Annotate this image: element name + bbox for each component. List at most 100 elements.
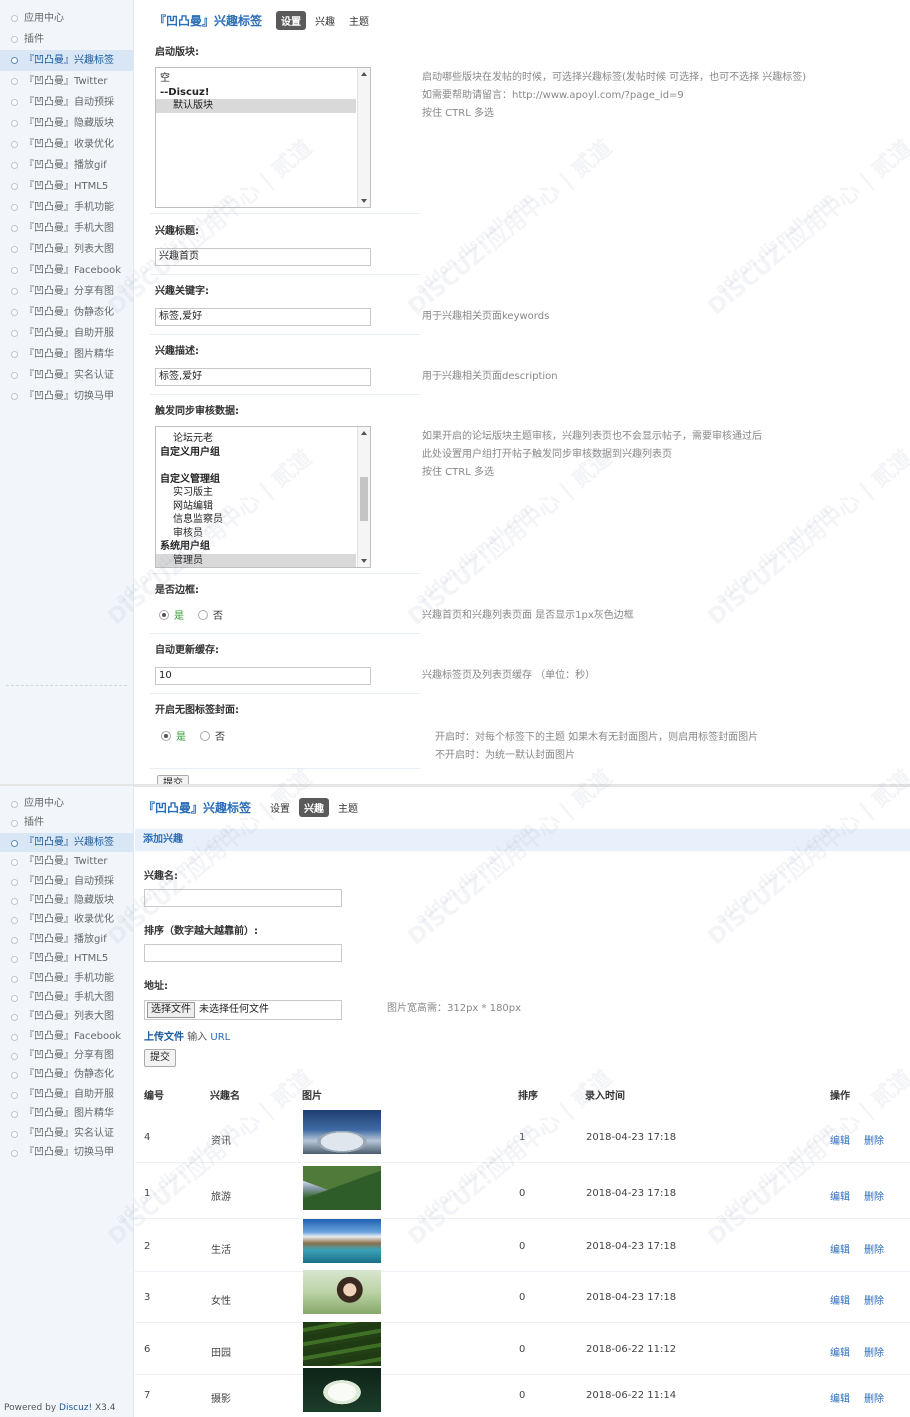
- sidebar-item[interactable]: 『凹凸曼』手机功能: [0, 969, 133, 988]
- delete-link[interactable]: 删除: [864, 1241, 884, 1256]
- cover-no-label[interactable]: 否: [215, 728, 225, 743]
- select-option: [156, 459, 370, 473]
- upload-file-link[interactable]: 上传文件: [144, 1032, 184, 1043]
- sidebar-item[interactable]: 『凹凸曼』Twitter: [0, 852, 133, 871]
- sidebar-item[interactable]: 『凹凸曼』播放gif: [0, 930, 133, 949]
- cover-no-radio[interactable]: [200, 730, 210, 741]
- sidebar-item[interactable]: 『凹凸曼』手机大图: [0, 988, 133, 1007]
- sidebar-item[interactable]: 『凹凸曼』伪静态化: [0, 302, 133, 323]
- input-url-link[interactable]: URL: [210, 1032, 230, 1043]
- sidebar-item[interactable]: 应用中心: [0, 794, 133, 813]
- interest-title-input[interactable]: 兴趣首页: [155, 248, 371, 266]
- select-option[interactable]: 审核员: [156, 527, 370, 541]
- listbox-scrollbar[interactable]: [357, 68, 370, 207]
- sidebar-item[interactable]: 应用中心: [0, 8, 133, 29]
- choose-file-button[interactable]: 选择文件: [147, 1002, 195, 1018]
- scroll-down-arrow-icon[interactable]: [361, 199, 367, 203]
- sidebar-item[interactable]: 『凹凸曼』自动预採: [0, 92, 133, 113]
- sidebar-item[interactable]: 『凹凸曼』分享有图: [0, 281, 133, 302]
- sidebar-item[interactable]: 『凹凸曼』Facebook: [0, 260, 133, 281]
- sidebar-item[interactable]: 『凹凸曼』列表大图: [0, 239, 133, 260]
- sidebar-item[interactable]: 『凹凸曼』自动预採: [0, 872, 133, 891]
- sidebar-item[interactable]: 『凹凸曼』切换马甲: [0, 1143, 133, 1162]
- sidebar-item[interactable]: 『凹凸曼』隐藏版块: [0, 891, 133, 910]
- sidebar-item[interactable]: 『凹凸曼』收录优化: [0, 134, 133, 155]
- edit-link[interactable]: 编辑: [830, 1132, 850, 1147]
- sidebar-item[interactable]: 『凹凸曼』Facebook: [0, 1027, 133, 1046]
- interest-submit-button[interactable]: 提交: [144, 1049, 176, 1067]
- select-option[interactable]: 信息监察员: [156, 513, 370, 527]
- listbox-scrollbar[interactable]: [357, 427, 370, 567]
- multi-select-hint: 按住 CTRL 多选: [422, 467, 494, 478]
- interest-desc-input[interactable]: 标签,爱好: [155, 368, 371, 386]
- sync-review-select[interactable]: 论坛元老 自定义用户组 自定义管理组 实习版主 网站编辑 信息监察员 审核员 系统用户组 管理…: [155, 426, 371, 568]
- startup-block-select[interactable]: 空 --Discuz! 默认版块: [155, 67, 371, 208]
- sidebar-item[interactable]: 『凹凸曼』伪静态化: [0, 1065, 133, 1084]
- cache-input[interactable]: 10: [155, 667, 371, 685]
- tab-interests[interactable]: 兴趣: [310, 11, 340, 30]
- tab-interests[interactable]: 兴趣: [299, 797, 330, 817]
- sidebar-item[interactable]: 『凹凸曼』分享有图: [0, 1046, 133, 1065]
- edit-link[interactable]: 编辑: [830, 1390, 850, 1405]
- scroll-down-arrow-icon[interactable]: [361, 559, 367, 563]
- sidebar-item[interactable]: 『凹凸曼』图片精华: [0, 1104, 133, 1123]
- cover-yes-radio[interactable]: [161, 730, 171, 741]
- sidebar-item[interactable]: 『凹凸曼』列表大图: [0, 1007, 133, 1026]
- select-option[interactable]: 空: [156, 72, 370, 86]
- scroll-up-arrow-icon[interactable]: [361, 431, 367, 435]
- edit-link[interactable]: 编辑: [830, 1188, 850, 1203]
- sidebar-item[interactable]: 『凹凸曼』自助开服: [0, 1085, 133, 1104]
- border-no-label[interactable]: 否: [213, 607, 223, 622]
- sidebar-item[interactable]: 『凹凸曼』手机功能: [0, 197, 133, 218]
- circle-bullet-icon: [11, 183, 18, 190]
- tab-topics[interactable]: 主题: [333, 798, 363, 817]
- edit-link[interactable]: 编辑: [830, 1241, 850, 1256]
- sidebar-item[interactable]: 『凹凸曼』兴趣标签: [0, 832, 133, 853]
- select-option[interactable]: 论坛元老: [156, 432, 370, 446]
- delete-link[interactable]: 删除: [864, 1188, 884, 1203]
- sidebar-item-label: 『凹凸曼』自助开服: [24, 328, 114, 339]
- tab-settings[interactable]: 设置: [276, 10, 307, 30]
- select-option[interactable]: 管理员: [156, 553, 356, 567]
- order-input[interactable]: [144, 944, 342, 962]
- cover-yes-label[interactable]: 是: [176, 728, 186, 743]
- scroll-up-arrow-icon[interactable]: [361, 72, 367, 76]
- select-option[interactable]: 网站编辑: [156, 500, 370, 514]
- sidebar-item[interactable]: 插件: [0, 813, 133, 832]
- tab-topics[interactable]: 主题: [344, 11, 374, 30]
- select-option-selected[interactable]: 默认版块: [156, 99, 356, 113]
- tab-settings[interactable]: 设置: [265, 798, 295, 817]
- border-yes-radio[interactable]: [159, 609, 169, 620]
- select-option[interactable]: 实习版主: [156, 486, 370, 500]
- edit-link[interactable]: 编辑: [830, 1292, 850, 1307]
- interest-keywords-input[interactable]: 标签,爱好: [155, 308, 371, 326]
- sidebar-item[interactable]: 『凹凸曼』Twitter: [0, 71, 133, 92]
- sidebar-item[interactable]: 『凹凸曼』播放gif: [0, 155, 133, 176]
- scroll-thumb[interactable]: [360, 477, 368, 521]
- delete-link[interactable]: 删除: [864, 1344, 884, 1359]
- sidebar-item[interactable]: 『凹凸曼』实名认证: [0, 1124, 133, 1143]
- border-yes-label[interactable]: 是: [174, 607, 184, 622]
- file-input[interactable]: 选择文件 未选择任何文件: [144, 1000, 342, 1020]
- interest-name-input[interactable]: [144, 889, 342, 907]
- sidebar-item[interactable]: 『凹凸曼』图片精华: [0, 344, 133, 365]
- sidebar-item[interactable]: 『凹凸曼』兴趣标签: [0, 50, 133, 71]
- edit-link[interactable]: 编辑: [830, 1344, 850, 1359]
- powered-brand-link[interactable]: Discuz!: [59, 1403, 92, 1413]
- plugin-title[interactable]: 『凹凸曼』兴趣标签: [143, 799, 251, 816]
- sidebar-item[interactable]: 『凹凸曼』HTML5: [0, 176, 133, 197]
- sidebar-item[interactable]: 『凹凸曼』自助开服: [0, 323, 133, 344]
- sidebar-item[interactable]: 『凹凸曼』收录优化: [0, 910, 133, 929]
- delete-link[interactable]: 删除: [864, 1292, 884, 1307]
- sidebar-item[interactable]: 『凹凸曼』手机大图: [0, 218, 133, 239]
- sidebar-item[interactable]: 『凹凸曼』HTML5: [0, 949, 133, 968]
- delete-link[interactable]: 删除: [864, 1390, 884, 1405]
- sidebar-item[interactable]: 『凹凸曼』隐藏版块: [0, 113, 133, 134]
- border-no-radio[interactable]: [198, 609, 208, 620]
- sidebar-item[interactable]: 『凹凸曼』实名认证: [0, 365, 133, 386]
- sidebar-item[interactable]: 『凹凸曼』切换马甲: [0, 386, 133, 407]
- sidebar-item[interactable]: 插件: [0, 29, 133, 50]
- plugin-title[interactable]: 『凹凸曼』兴趣标签: [154, 12, 262, 29]
- settings-submit-button[interactable]: 提交: [157, 775, 189, 784]
- delete-link[interactable]: 删除: [864, 1132, 884, 1147]
